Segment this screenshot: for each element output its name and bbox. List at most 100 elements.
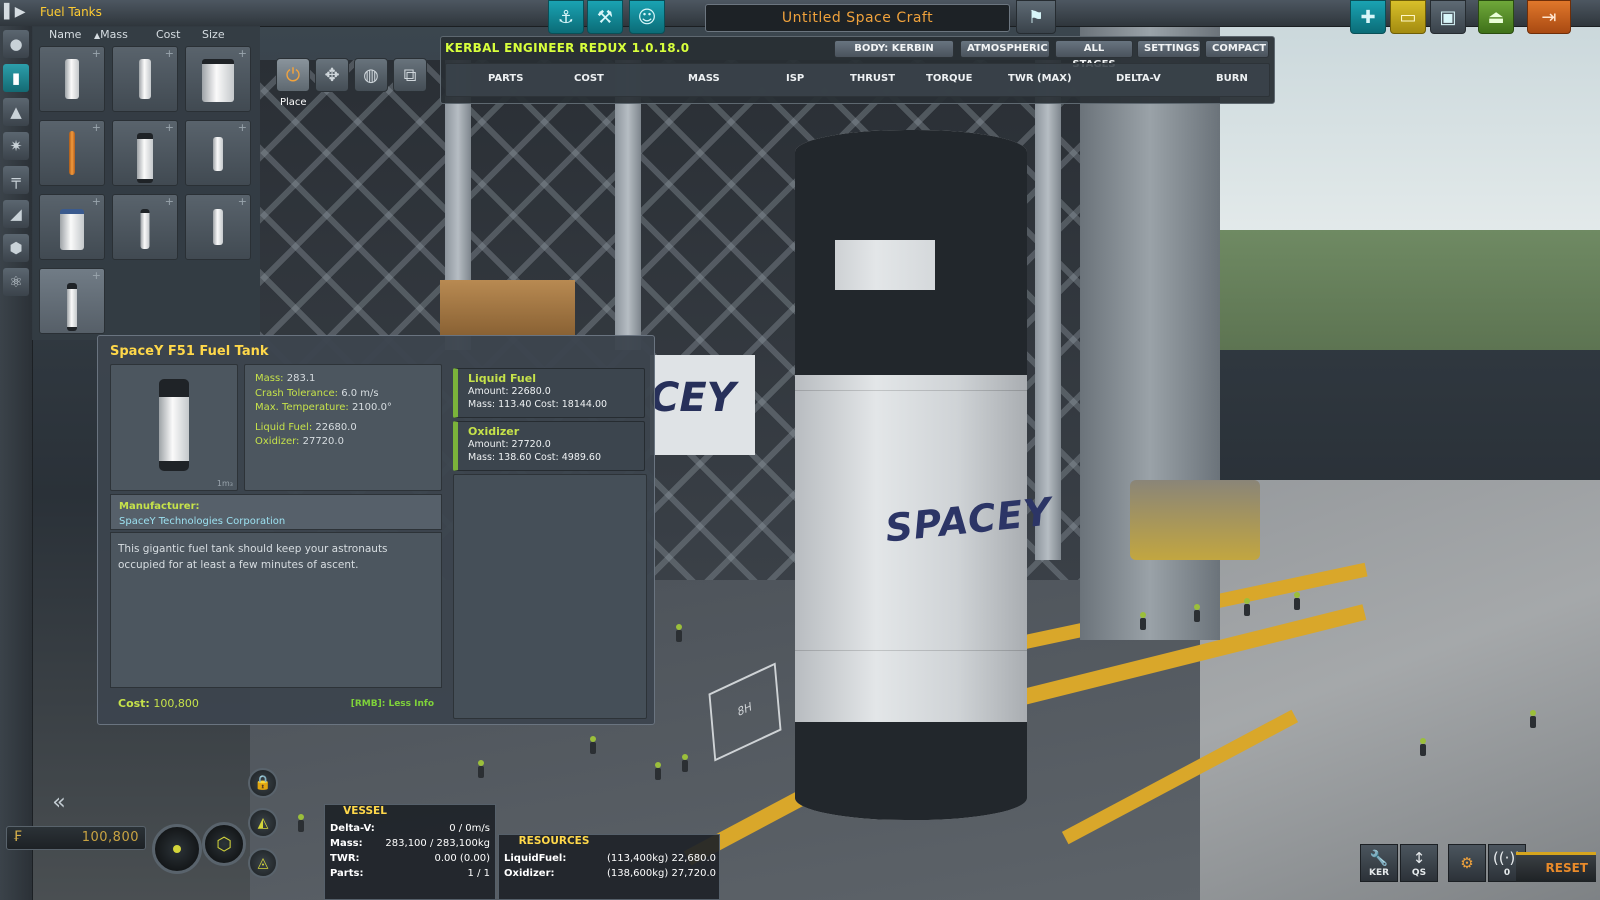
pods-icon[interactable]: ●	[3, 30, 29, 58]
ker-col-delta-v: DELTA-V	[1116, 73, 1161, 84]
rotate-icon[interactable]: ◍	[354, 58, 388, 92]
exit-icon[interactable]: ⇥	[1527, 0, 1571, 34]
kerbal-crew-icon[interactable]: ☺	[629, 0, 665, 34]
symmetry-icon[interactable]: ◬	[248, 848, 278, 878]
manufacturer-label: Manufacturer:	[119, 501, 200, 512]
reroot-icon[interactable]: ⧉	[393, 58, 427, 92]
part-item[interactable]: +	[39, 46, 105, 112]
craft-name-input[interactable]: Untitled Space Craft	[705, 4, 1010, 32]
ker-tab-atmospheric[interactable]: ATMOSPHERIC	[960, 40, 1050, 58]
category-sidebar: ● ▮ ▲ ✷ ╤ ◢ ⬢ ⚛	[0, 26, 33, 900]
angle-snap-icon[interactable]: ◭	[248, 808, 278, 838]
sort-by-mass[interactable]: ▲Mass	[94, 26, 128, 44]
new-craft-icon[interactable]: ✚	[1350, 0, 1386, 34]
angle-snap-dial[interactable]: ⬡	[202, 822, 246, 866]
tank-top-band	[795, 130, 1027, 240]
settings-button[interactable]: ⚙	[1448, 844, 1486, 882]
settings-gear-icon: ⚙	[1460, 854, 1474, 872]
stat-row: Crash Tolerance: 6.0 m/s	[255, 387, 379, 399]
part-cost: Cost: 100,800 [RMB]: Less Info	[110, 692, 442, 716]
part-item[interactable]: +	[112, 194, 178, 260]
offset-icon[interactable]: ✥	[315, 58, 349, 92]
stat-row: Mass: 283.1	[255, 373, 316, 384]
funds-icon: ₣	[13, 829, 22, 845]
flag-icon[interactable]: ⚑	[1016, 0, 1056, 34]
kerbal	[478, 760, 484, 778]
resource-row: LiquidFuel: (113,400kg) 22,680.0	[504, 853, 716, 864]
kerbal	[298, 814, 304, 832]
quicksave-button[interactable]: ↕ QS	[1400, 844, 1438, 882]
part-item[interactable]: +	[185, 120, 251, 186]
stat-row: Max. Temperature: 2100.0°	[255, 402, 392, 413]
manufacturer-name: SpaceY Technologies Corporation	[119, 516, 286, 527]
place-icon[interactable]: ⏻	[276, 58, 310, 92]
tank-body	[795, 130, 1027, 820]
ker-columns: PARTS COST MASS ISP THRUST TORQUE TWR (M…	[445, 63, 1270, 97]
scaffold-column	[1035, 60, 1061, 560]
part-item[interactable]: +	[185, 194, 251, 260]
ker-col-mass: MASS	[688, 73, 720, 84]
kerbal	[682, 754, 688, 772]
sort-by-cost[interactable]: Cost	[156, 26, 180, 44]
resource-row: Oxidizer: (138,600kg) 27,720.0	[504, 868, 716, 879]
kerbal	[1244, 598, 1250, 616]
open-folder-icon[interactable]: ▭	[1390, 0, 1426, 34]
save-icon[interactable]: ▣	[1430, 0, 1466, 34]
wrench-icon[interactable]: ⚒	[587, 0, 623, 34]
kerbal	[1420, 738, 1426, 756]
part-info-window: SpaceY F51 Fuel Tank 1m₃ Mass: 283.1 Cra…	[97, 335, 655, 725]
resources-title: RESOURCES	[518, 835, 590, 847]
crane-icon[interactable]: ⚓	[548, 0, 584, 34]
symmetry-dial[interactable]	[152, 824, 202, 874]
wrench-icon: 🔧	[1369, 848, 1389, 867]
vessel-panel: VESSEL Delta-V: 0 / 0m/s Mass: 283,100 / 2…	[324, 804, 496, 900]
resource-liquid-fuel: Liquid Fuel Amount: 22680.0 Mass: 113.40…	[453, 368, 645, 418]
engines-icon[interactable]: ▲	[3, 98, 29, 126]
control-icon[interactable]: ✷	[3, 132, 29, 160]
ker-window: KERBAL ENGINEER REDUX 1.0.18.0 BODY: KER…	[440, 36, 1275, 104]
ker-tab-body[interactable]: BODY: KERBIN	[834, 40, 954, 58]
ker-tab-compact[interactable]: COMPACT	[1205, 40, 1269, 58]
ker-col-isp: ISP	[786, 73, 805, 84]
utility-icon[interactable]: ⬢	[3, 234, 29, 262]
sort-by-name[interactable]: Name	[49, 26, 81, 44]
structural-icon[interactable]: ╤	[3, 166, 29, 194]
ker-col-parts: PARTS	[488, 73, 524, 84]
tool-caption: Place	[280, 97, 307, 108]
manufacturer-box: Manufacturer: SpaceY Technologies Corpor…	[110, 494, 442, 530]
part-item[interactable]: +	[39, 194, 105, 260]
double-chevron-left-icon[interactable]: «	[36, 790, 82, 816]
stat-row: Liquid Fuel: 22680.0	[255, 421, 357, 433]
kerbal	[590, 736, 596, 754]
tank-thumbnail-image	[159, 379, 189, 471]
fuel-tank-model[interactable]: SPACEY	[795, 130, 1054, 820]
part-item[interactable]: +	[185, 46, 251, 112]
ker-tab-settings[interactable]: SETTINGS	[1137, 40, 1201, 58]
aerodynamics-icon[interactable]: ◢	[3, 200, 29, 228]
funds-display: ₣ 100,800	[6, 826, 146, 850]
sort-by-size[interactable]: Size	[202, 26, 225, 44]
part-item[interactable]: +	[112, 46, 178, 112]
fuel-tanks-icon[interactable]: ▮	[3, 64, 29, 92]
part-item-selected[interactable]: +	[39, 268, 105, 334]
part-item[interactable]: +	[112, 120, 178, 186]
kerbal	[1140, 612, 1146, 630]
launch-pad-icon[interactable]: ⏏	[1478, 0, 1514, 34]
ker-toolbar-button[interactable]: 🔧 KER	[1360, 844, 1398, 882]
kerbal	[655, 762, 661, 780]
part-item[interactable]: +	[39, 120, 105, 186]
grass-field	[1180, 230, 1600, 350]
resource-list-empty	[453, 474, 647, 719]
ker-col-cost: COST	[574, 73, 604, 84]
part-thumbnail: 1m₃	[110, 364, 238, 491]
science-icon[interactable]: ⚛	[3, 268, 29, 296]
collapse-panel-icon[interactable]: ▌▶	[4, 4, 26, 20]
reset-button[interactable]: RESET	[1516, 852, 1596, 882]
ker-tab-all-stages[interactable]: ALL STAGES	[1055, 40, 1133, 70]
crate	[440, 280, 520, 335]
vessel-row: Parts: 1 / 1	[330, 868, 490, 879]
stat-row: Oxidizer: 27720.0	[255, 436, 344, 447]
tank-bottom-band	[795, 722, 1027, 820]
spacey-banner: CEY	[650, 355, 755, 455]
lock-icon[interactable]: 🔒	[248, 768, 278, 798]
